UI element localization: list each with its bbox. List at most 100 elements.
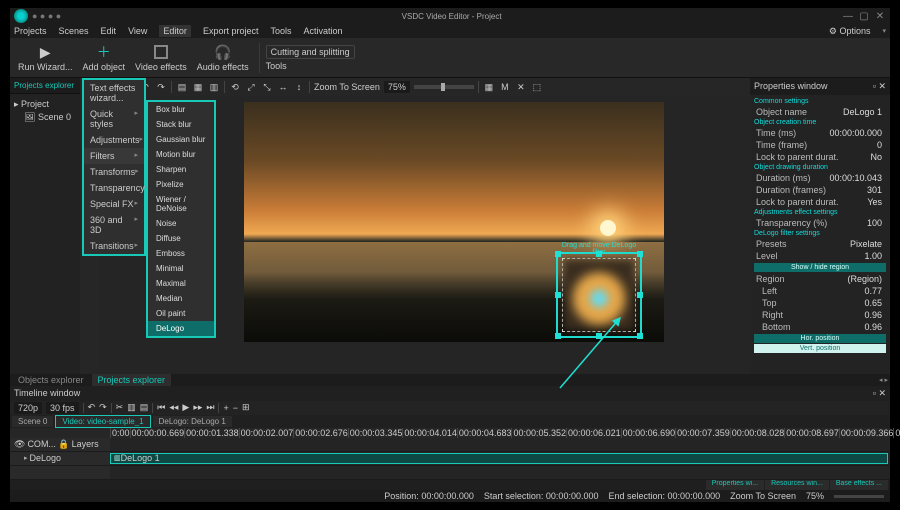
panel-close-icon[interactable]: ▫ ✕ [873, 81, 886, 92]
filter-wiener[interactable]: Wiener / DeNoise [148, 192, 214, 216]
foot-tabs: Properties wi... Resources win... Base e… [10, 480, 890, 490]
undo-icon[interactable]: ↶ [88, 402, 96, 413]
hor-position-button[interactable]: Hor. position [754, 334, 886, 343]
align-center-icon[interactable]: ▦ [192, 82, 204, 93]
tab-projects-explorer[interactable]: Projects explorer [92, 374, 172, 386]
filter-motion-blur[interactable]: Motion blur [148, 147, 214, 162]
close-button[interactable]: ✕ [874, 11, 886, 22]
filter-stack-blur[interactable]: Stack blur [148, 117, 214, 132]
minimize-button[interactable]: — [842, 11, 854, 22]
dd-special-fx[interactable]: Special FX▸ [84, 196, 144, 212]
filter-minimal[interactable]: Minimal [148, 261, 214, 276]
tree-scene[interactable]: 🖼 Scene 0 [14, 111, 76, 124]
next-frame-icon[interactable]: ▸▸ [193, 402, 202, 413]
audio-effects-button[interactable]: 🎧Audio effects [193, 41, 253, 74]
duration-frames-field[interactable]: 301 [865, 185, 884, 195]
plus-icon: ＋ [95, 43, 113, 61]
object-name-field[interactable]: DeLogo 1 [841, 107, 884, 117]
vert-position-button[interactable]: Vert. position [754, 344, 886, 353]
redo-icon[interactable]: ↷ [99, 402, 107, 413]
menu-projects[interactable]: Projects [14, 26, 47, 36]
scene-tab-0[interactable]: Scene 0 [12, 416, 53, 427]
scene-tab-2[interactable]: DeLogo: DeLogo 1 [153, 416, 232, 427]
foot-tab-base-effects[interactable]: Base effects ... [830, 480, 888, 490]
zoom-slider[interactable] [414, 85, 474, 89]
foot-tab-resources[interactable]: Resources win... [765, 480, 829, 490]
tab-objects-explorer[interactable]: Objects explorer [12, 374, 90, 386]
bottom-tabs: Objects explorer Projects explorer ◂ ▸ [10, 374, 890, 386]
dd-filters[interactable]: Filters▸ [84, 148, 144, 164]
menu-tools[interactable]: Tools [270, 26, 291, 36]
filter-diffuse[interactable]: Diffuse [148, 231, 214, 246]
square-icon [152, 43, 170, 61]
common-settings-section[interactable]: Common settings [754, 97, 886, 106]
menu-scenes[interactable]: Scenes [59, 26, 89, 36]
menu-activation[interactable]: Activation [303, 26, 342, 36]
tree-project[interactable]: ▸ Project [14, 98, 76, 111]
run-wizard-button[interactable]: ▶Run Wizard... [14, 41, 77, 74]
filter-emboss[interactable]: Emboss [148, 246, 214, 261]
fps-select[interactable]: 30 fps [46, 402, 79, 414]
menu-edit[interactable]: Edit [101, 26, 117, 36]
zoom-value[interactable]: 75% [384, 81, 410, 93]
dd-quick-styles[interactable]: Quick styles▸ [84, 106, 144, 132]
play-icon[interactable]: ▶ [182, 402, 189, 413]
menu-editor[interactable]: Editor [159, 25, 191, 37]
skip-start-icon[interactable]: ⏮ [157, 402, 165, 413]
time-ms-field[interactable]: 00:00:00.000 [827, 128, 884, 138]
align-left-icon[interactable]: ▤ [176, 82, 188, 93]
timeline-ruler[interactable]: 0:0000:00:00.66900:00:01.33800:00:02.007… [10, 428, 890, 438]
time-frame-field[interactable]: 0 [875, 140, 884, 150]
show-hide-region-button[interactable]: Show / hide region [754, 263, 886, 272]
video-preview[interactable]: Drag and move DeLogo filter [244, 102, 664, 342]
region-right-field[interactable]: 0.96 [862, 310, 884, 320]
filter-median[interactable]: Median [148, 291, 214, 306]
region-left-field[interactable]: 0.77 [862, 286, 884, 296]
dd-text-effects[interactable]: Text effects wizard... [84, 80, 144, 106]
video-effects-button[interactable]: Video effects [131, 41, 191, 74]
filter-delogo[interactable]: DeLogo [148, 321, 214, 336]
dd-transitions[interactable]: Transitions▸ [84, 238, 144, 254]
level-field[interactable]: 1.00 [862, 251, 884, 261]
status-zoom-slider[interactable] [834, 495, 884, 498]
scene-tabs: Scene 0 Video: video-sample_1 DeLogo: De… [10, 415, 890, 428]
filter-gaussian-blur[interactable]: Gaussian blur [148, 132, 214, 147]
skip-end-icon[interactable]: ⏭ [206, 402, 214, 413]
foot-tab-properties[interactable]: Properties wi... [706, 480, 764, 490]
prev-frame-icon[interactable]: ◂◂ [169, 402, 178, 413]
cut-icon[interactable]: ✂ [116, 402, 124, 413]
dd-adjustments[interactable]: Adjustments▸ [84, 132, 144, 148]
filter-box-blur[interactable]: Box blur [148, 102, 214, 117]
dd-transparency[interactable]: Transparency▸ [84, 180, 144, 196]
filter-sharpen[interactable]: Sharpen [148, 162, 214, 177]
ribbon: ▶Run Wizard... ＋Add object Video effects… [10, 38, 890, 78]
timeline-clip-delogo[interactable]: ▥ DeLogo 1 [110, 453, 888, 464]
align-right-icon[interactable]: ▥ [208, 82, 220, 93]
options-button[interactable]: ⚙ Options [829, 26, 871, 37]
region-bottom-field[interactable]: 0.96 [862, 322, 884, 332]
filter-maximal[interactable]: Maximal [148, 276, 214, 291]
dd-transforms[interactable]: Transforms▸ [84, 164, 144, 180]
app-window: ● ● ● ● VSDC Video Editor - Project — ▢ … [10, 8, 890, 502]
filter-noise[interactable]: Noise [148, 216, 214, 231]
dd-360-3d[interactable]: 360 and 3D▸ [84, 212, 144, 238]
menu-view[interactable]: View [128, 26, 147, 36]
track-label-delogo: ▸ DeLogo [10, 452, 110, 465]
wizard-icon: ▶ [36, 43, 54, 61]
menu-export[interactable]: Export project [203, 26, 259, 36]
zoom-label[interactable]: Zoom To Screen [314, 82, 380, 92]
filter-pixelize[interactable]: Pixelize [148, 177, 214, 192]
redo-icon[interactable]: ↷ [155, 82, 167, 93]
eye-icon[interactable]: 👁 [14, 439, 25, 450]
transparency-field[interactable]: 100 [865, 218, 884, 228]
editor-toolbar: ↖ ✋ ↶ ↷ ▤ ▦ ▥ ⟲⤢⤡↔↕ Zoom To Screen 75% ▦… [98, 78, 750, 96]
duration-ms-field[interactable]: 00:00:10.043 [827, 173, 884, 183]
lock-parent-field[interactable]: No [868, 152, 884, 162]
presets-field[interactable]: Pixelate [848, 239, 884, 249]
maximize-button[interactable]: ▢ [858, 11, 870, 22]
scene-tab-1[interactable]: Video: video-sample_1 [55, 415, 150, 428]
region-top-field[interactable]: 0.65 [862, 298, 884, 308]
filter-oil-paint[interactable]: Oil paint [148, 306, 214, 321]
add-object-button[interactable]: ＋Add object [79, 41, 130, 74]
resolution-select[interactable]: 720p [14, 402, 42, 414]
